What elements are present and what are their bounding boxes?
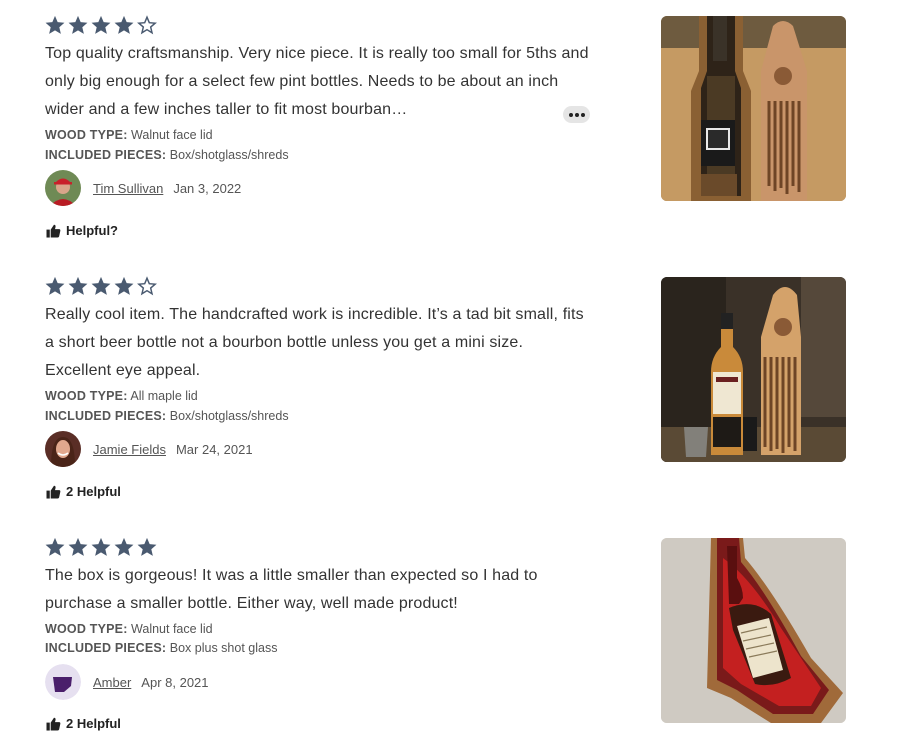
review-photo[interactable] <box>661 277 846 462</box>
star-filled-icon <box>91 537 111 556</box>
star-filled-icon <box>91 276 111 295</box>
review-photo[interactable] <box>661 16 846 201</box>
star-filled-icon <box>68 537 88 556</box>
star-rating <box>44 14 158 38</box>
helpful-button[interactable]: 2 Helpful <box>46 716 121 731</box>
star-filled-icon <box>114 15 134 34</box>
star-filled-icon <box>68 276 88 295</box>
review-photo[interactable] <box>661 538 846 723</box>
attribute-included-pieces: INCLUDED PIECES: Box plus shot glass <box>45 641 278 655</box>
review-text: The box is gorgeous! It was a little sma… <box>45 567 538 612</box>
review-date: Mar 24, 2021 <box>175 441 253 457</box>
review-text: Top quality craftsmanship. Very nice pie… <box>45 45 589 118</box>
star-rating <box>44 275 158 299</box>
review-text: Really cool item. The handcrafted work i… <box>45 306 584 379</box>
review-card: Really cool item. The handcrafted work i… <box>0 261 915 521</box>
star-empty-icon <box>137 276 157 296</box>
avatar[interactable] <box>45 664 81 700</box>
attribute-wood-type: WOOD TYPE: All maple lid <box>45 389 198 403</box>
review-date: Jan 3, 2022 <box>173 180 242 196</box>
reviewer-name-link[interactable]: Amber <box>93 675 131 690</box>
attribute-wood-type: WOOD TYPE: Walnut face lid <box>45 622 213 636</box>
thumbs-up-icon <box>46 717 61 731</box>
photo-box-with-red-shreds-icon <box>661 538 846 723</box>
thumbs-up-icon <box>46 224 61 238</box>
helpful-label: 2 Helpful <box>66 716 121 731</box>
attribute-included-pieces: INCLUDED PIECES: Box/shotglass/shreds <box>45 148 289 162</box>
avatar[interactable] <box>45 431 81 467</box>
avatar[interactable] <box>45 170 81 206</box>
helpful-label: Helpful? <box>66 223 118 238</box>
attribute-wood-type: WOOD TYPE: Walnut face lid <box>45 128 213 142</box>
helpful-button[interactable]: 2 Helpful <box>46 484 121 499</box>
helpful-button[interactable]: Helpful? <box>46 223 118 238</box>
star-filled-icon <box>114 537 134 556</box>
review-date: Apr 8, 2021 <box>141 674 209 690</box>
star-filled-icon <box>137 537 157 556</box>
reviewer-name-link[interactable]: Tim Sullivan <box>93 181 163 196</box>
reviewer-name-link[interactable]: Jamie Fields <box>93 442 166 457</box>
reviewer-info: Jamie Fields Mar 24, 2021 <box>45 431 253 467</box>
star-rating <box>44 536 158 560</box>
reviewer-info: Amber Apr 8, 2021 <box>45 664 209 700</box>
review-card: The box is gorgeous! It was a little sma… <box>0 522 915 755</box>
reviewer-info: Tim Sullivan Jan 3, 2022 <box>45 170 241 206</box>
more-options-button[interactable] <box>563 106 590 123</box>
attribute-included-pieces: INCLUDED PIECES: Box/shotglass/shreds <box>45 409 289 423</box>
star-empty-icon <box>137 15 157 35</box>
photo-open-box-with-bottle-icon <box>661 16 846 201</box>
review-card: Top quality craftsmanship. Very nice pie… <box>0 0 915 255</box>
star-filled-icon <box>45 276 65 295</box>
photo-bottle-and-lid-icon <box>661 277 846 462</box>
thumbs-up-icon <box>46 485 61 499</box>
star-filled-icon <box>114 276 134 295</box>
helpful-label: 2 Helpful <box>66 484 121 499</box>
star-filled-icon <box>45 15 65 34</box>
star-filled-icon <box>68 15 88 34</box>
star-filled-icon <box>91 15 111 34</box>
star-filled-icon <box>45 537 65 556</box>
